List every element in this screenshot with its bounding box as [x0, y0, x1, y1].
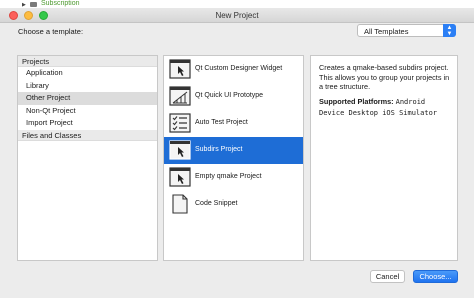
category-item-import-project[interactable]: Import Project	[18, 117, 157, 130]
template-description-panel: Creates a qmake-based subdirs project. T…	[310, 55, 458, 261]
template-item-code-snippet[interactable]: Code Snippet	[164, 191, 303, 218]
select-arrows-icon: ▲ ▼	[443, 24, 456, 37]
projects-group-header: Projects	[18, 56, 157, 67]
files-and-classes-group-header: Files and Classes	[18, 129, 157, 141]
category-item-non-qt-project[interactable]: Non-Qt Project	[18, 105, 157, 118]
template-filter-select[interactable]: All Templates ▲ ▼	[357, 24, 456, 37]
template-label: Qt Quick UI Prototype	[195, 92, 264, 99]
template-description: Creates a qmake-based subdirs project. T…	[319, 63, 450, 92]
supported-platforms: Supported Platforms: Android Device Desk…	[319, 97, 453, 118]
cancel-button[interactable]: Cancel	[370, 270, 405, 283]
window-cursor-icon	[169, 140, 191, 160]
category-list: Projects Application Library Other Proje…	[17, 55, 158, 261]
category-item-other-project[interactable]: Other Project	[18, 92, 157, 105]
template-item-empty-qmake-project[interactable]: Empty qmake Project	[164, 164, 303, 191]
template-list: Qt Custom Designer Widget Qt Quick UI Pr…	[163, 55, 304, 261]
template-item-custom-designer-widget[interactable]: Qt Custom Designer Widget	[164, 56, 303, 83]
designer-widget-icon	[169, 59, 191, 79]
choose-button[interactable]: Choose...	[413, 270, 458, 283]
template-label: Auto Test Project	[195, 119, 248, 126]
title-bar[interactable]: New Project	[0, 8, 474, 23]
template-label: Qt Custom Designer Widget	[195, 65, 283, 72]
background-project-tree: ▶ Subscription	[0, 0, 474, 8]
template-item-qt-quick-ui-prototype[interactable]: Qt Quick UI Prototype	[164, 83, 303, 110]
window-title: New Project	[215, 11, 259, 20]
category-item-library[interactable]: Library	[18, 80, 157, 93]
template-label: Empty qmake Project	[195, 173, 262, 180]
template-label: Subdirs Project	[195, 146, 243, 153]
template-filter-value: All Templates	[364, 27, 409, 36]
template-label: Code Snippet	[195, 200, 238, 207]
checklist-icon	[169, 113, 191, 133]
choose-template-label: Choose a template:	[18, 27, 84, 36]
qtquick-icon	[169, 86, 191, 106]
window-cursor-icon	[169, 167, 191, 187]
supported-platforms-label: Supported Platforms:	[319, 97, 394, 106]
template-item-auto-test-project[interactable]: Auto Test Project	[164, 110, 303, 137]
document-icon	[172, 194, 188, 214]
template-item-subdirs-project[interactable]: Subdirs Project	[164, 137, 303, 164]
background-tree-item: Subscription	[41, 0, 80, 7]
folder-icon	[30, 2, 37, 7]
category-item-application[interactable]: Application	[18, 67, 157, 80]
